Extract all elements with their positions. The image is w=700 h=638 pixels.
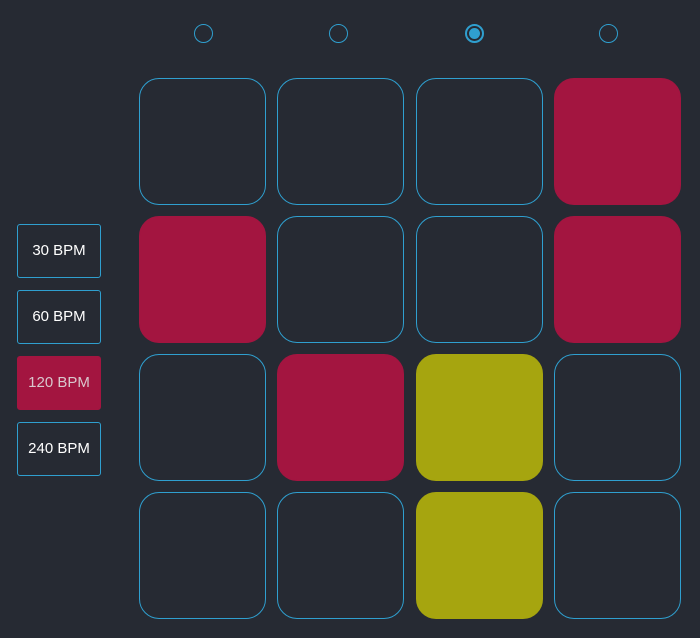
pad-r1-c3[interactable]	[416, 78, 543, 205]
pad-r4-c3[interactable]	[416, 492, 543, 619]
pad-r4-c1[interactable]	[139, 492, 266, 619]
pad-r4-c4[interactable]	[554, 492, 681, 619]
pad-r3-c2[interactable]	[277, 354, 404, 481]
sequencer-app: 30 BPM 60 BPM 120 BPM 240 BPM	[0, 0, 700, 638]
step-indicator-3[interactable]	[465, 24, 484, 43]
bpm-button-60[interactable]: 60 BPM	[17, 290, 101, 344]
pad-r1-c2[interactable]	[277, 78, 404, 205]
step-indicator-1[interactable]	[194, 24, 213, 43]
pad-r2-c4[interactable]	[554, 216, 681, 343]
pad-r3-c3[interactable]	[416, 354, 543, 481]
pad-r3-c1[interactable]	[139, 354, 266, 481]
pad-r4-c2[interactable]	[277, 492, 404, 619]
pad-r2-c2[interactable]	[277, 216, 404, 343]
bpm-button-30[interactable]: 30 BPM	[17, 224, 101, 278]
bpm-button-120[interactable]: 120 BPM	[17, 356, 101, 410]
pad-r2-c1[interactable]	[139, 216, 266, 343]
pad-r3-c4[interactable]	[554, 354, 681, 481]
step-indicator-4[interactable]	[599, 24, 618, 43]
pad-r2-c3[interactable]	[416, 216, 543, 343]
step-indicator-2[interactable]	[329, 24, 348, 43]
bpm-button-240[interactable]: 240 BPM	[17, 422, 101, 476]
pad-r1-c1[interactable]	[139, 78, 266, 205]
pad-r1-c4[interactable]	[554, 78, 681, 205]
